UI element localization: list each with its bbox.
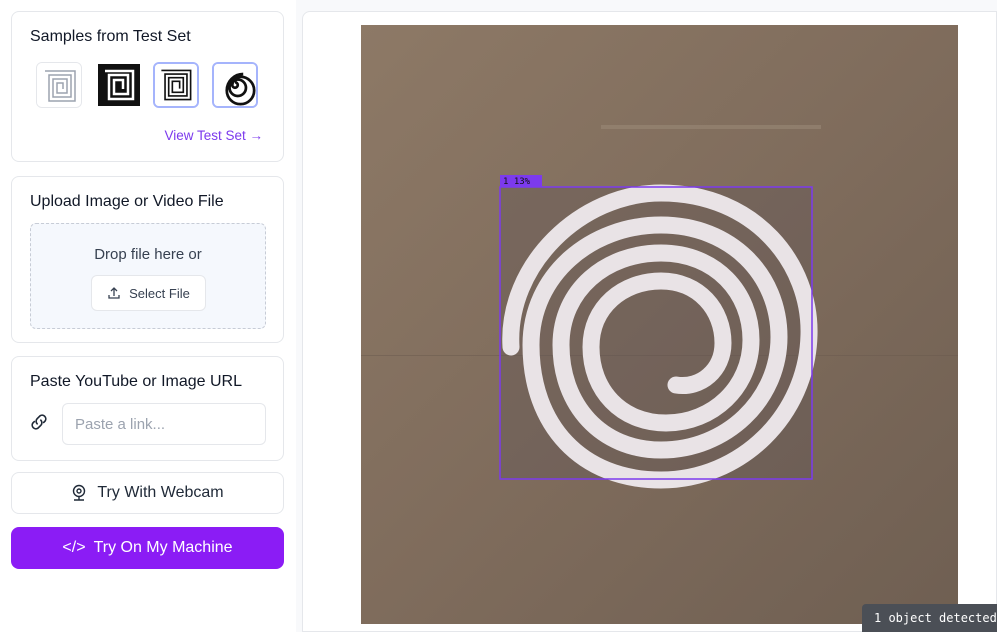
round-spiral-icon (214, 64, 256, 106)
select-file-label: Select File (129, 285, 190, 301)
status-text: 1 object detected (874, 611, 997, 625)
upload-title: Upload Image or Video File (30, 193, 224, 210)
detection-label: 1 13% (503, 177, 531, 187)
status-bar: 1 object detected (862, 604, 997, 632)
upload-icon (108, 287, 120, 299)
drop-text: Drop file here or (94, 246, 202, 263)
inference-canvas: 1 13% (361, 25, 958, 624)
surface-streak (601, 125, 821, 129)
try-on-machine-button[interactable]: </> Try On My Machine (11, 527, 284, 569)
sidebar: Samples from Test Set View Test Set → Up… (0, 0, 296, 632)
code-icon: </> (62, 539, 86, 556)
sample-thumbnail-2[interactable] (96, 62, 142, 108)
sample-thumbnail-1[interactable] (36, 62, 82, 108)
sample-thumbnail-3[interactable] (153, 62, 199, 108)
webcam-icon (73, 484, 86, 501)
square-spiral-dark-icon (96, 62, 142, 108)
link-icon (31, 414, 47, 430)
samples-card: Samples from Test Set View Test Set → (11, 11, 284, 162)
sample-thumbnail-4[interactable] (212, 62, 258, 108)
dropzone[interactable]: Drop file here or Select File (30, 223, 266, 329)
paste-card: Paste YouTube or Image URL (11, 356, 284, 461)
samples-title: Samples from Test Set (30, 28, 191, 45)
square-spiral-outline-icon (155, 64, 197, 106)
view-test-set-link[interactable]: View Test Set → (164, 128, 263, 143)
select-file-button[interactable]: Select File (91, 275, 206, 311)
machine-label: Try On My Machine (93, 539, 233, 556)
webcam-button[interactable]: Try With Webcam (11, 472, 284, 514)
paste-title: Paste YouTube or Image URL (30, 373, 242, 390)
inference-image: 1 13% (361, 25, 958, 624)
upload-card: Upload Image or Video File Drop file her… (11, 176, 284, 343)
webcam-label: Try With Webcam (97, 484, 224, 501)
square-spiral-light-icon (37, 63, 81, 107)
url-input[interactable] (62, 403, 266, 445)
